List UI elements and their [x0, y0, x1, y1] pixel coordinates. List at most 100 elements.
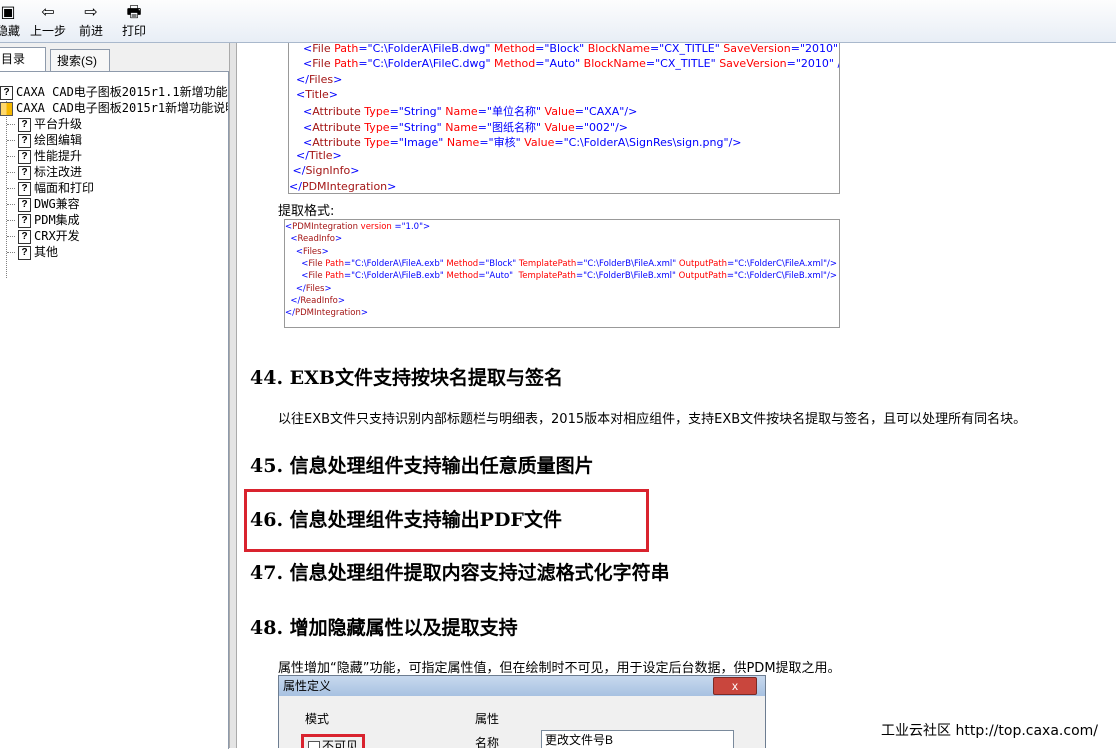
help-topic-icon: ?: [18, 117, 31, 132]
tab-search-label: 搜索(S): [57, 54, 97, 68]
code-line: <Attribute Type="String" Name="图纸名称" Val…: [303, 120, 629, 134]
tree-item-child[interactable]: ? 标注改进: [18, 164, 82, 180]
name-input[interactable]: 更改文件号B: [541, 730, 734, 748]
navigation-pane: 目录(C) 搜索(S) ?CAXA CAD电子图板2015r1.1新增功能说明 …: [0, 43, 236, 749]
tree-item-root1[interactable]: ? CAXA CAD电子图板2015r1.1新增功能说明: [0, 84, 229, 100]
watermark-text: 工业云社区 http://top.caxa.com/: [881, 723, 1098, 739]
back-button[interactable]: ⇦ 上一步: [28, 4, 68, 40]
content-pane: <File Path="C:\FolderA\FileB.dwg" Method…: [238, 43, 1116, 748]
tree-guide-line: [7, 140, 15, 141]
section-heading-46: 46. 信息处理组件支持输出PDF文件: [250, 509, 562, 531]
tree-item-child[interactable]: ? 绘图编辑: [18, 132, 82, 148]
print-button[interactable]: 🖶 打印: [120, 4, 148, 40]
help-topic-icon: ?: [18, 245, 31, 260]
code-line: <Attribute Type="String" Name="单位名称" Val…: [303, 105, 638, 119]
help-topic-icon: ?: [18, 197, 31, 212]
attribute-group-label: 属性: [475, 712, 500, 726]
tree-item-child[interactable]: ? 幅面和打印: [18, 180, 94, 196]
section-heading-45: 45. 信息处理组件支持输出任意质量图片: [250, 455, 594, 477]
tree-item-label: 性能提升: [34, 149, 83, 163]
xml-code-block-extract: <PDMIntegration version ="1.0"> <ReadInf…: [284, 219, 840, 328]
tree-guide-line: [7, 236, 15, 237]
forward-button[interactable]: ⇨ 前进: [76, 4, 106, 40]
tree-guide-line: [7, 156, 15, 157]
tree-guide-line: [7, 124, 15, 125]
code-line: <File Path="C:\FolderA\FileA.exb" Method…: [301, 258, 838, 269]
toolbar: ▣ 隐藏 ⇦ 上一步 ⇨ 前进 🖶 打印: [0, 0, 1116, 43]
hide-button[interactable]: ▣ 隐藏: [0, 4, 20, 40]
tree-guide-line: [7, 252, 15, 253]
tree-item-root2[interactable]: CAXA CAD电子图板2015r1新增功能说明: [0, 100, 229, 116]
hide-label: 隐藏: [0, 24, 21, 38]
help-topic-icon: ?: [18, 133, 31, 148]
help-topic-icon: ?: [18, 165, 31, 180]
code-line: </Files>: [295, 283, 332, 294]
code-line: </PDMIntegration>: [289, 179, 397, 193]
invisible-checkbox[interactable]: 不可见: [301, 734, 366, 748]
tree-item-label: CAXA CAD电子图板2015r1.1新增功能说明: [16, 85, 229, 99]
tree-item-child[interactable]: ? PDM集成: [18, 212, 80, 228]
tree-guide-line: [7, 188, 15, 189]
contents-tree: ? CAXA CAD电子图板2015r1.1新增功能说明 CAXA CAD电子图板…: [0, 71, 229, 749]
tree-guide-line: [7, 204, 15, 205]
print-label: 打印: [121, 24, 146, 38]
extract-format-label: 提取格式:: [278, 204, 335, 219]
code-line: <File Path="C:\FolderA\FileB.exb" Method…: [301, 271, 837, 282]
tree-item-label: 绘图编辑: [34, 133, 83, 147]
xml-code-block-sign: <File Path="C:\FolderA\FileB.dwg" Method…: [288, 43, 840, 194]
help-topic-icon: ?: [0, 85, 13, 100]
tree-item-child[interactable]: ? DWG兼容: [18, 196, 80, 212]
code-line: <Attribute Type="Image" Name="审核" Value=…: [303, 135, 742, 149]
open-book-icon: [0, 101, 13, 116]
tree-item-child[interactable]: ? 平台升级: [18, 116, 82, 132]
code-line: </Files>: [296, 72, 343, 86]
tab-search[interactable]: 搜索(S): [50, 49, 110, 71]
tree-item-child[interactable]: ? CRX开发: [18, 228, 80, 244]
hide-icon: ▣: [0, 4, 16, 21]
tree-item-label: 标注改进: [34, 165, 83, 179]
name-field-label: 名称: [475, 736, 500, 748]
code-line: </ReadInfo>: [290, 295, 345, 306]
forward-arrow-icon: ⇨: [84, 4, 98, 21]
tab-contents[interactable]: 目录(C): [0, 47, 46, 88]
help-topic-icon: ?: [18, 181, 31, 196]
help-topic-icon: ?: [18, 229, 31, 244]
section-44-paragraph: 以往EXB文件只支持识别内部标题栏与明细表，2015版本对相应组件，支持EXB文…: [278, 412, 1027, 427]
help-topic-icon: ?: [18, 213, 31, 228]
tree-item-label: CAXA CAD电子图板2015r1新增功能说明: [16, 101, 229, 115]
tree-item-child[interactable]: ? 其他: [18, 244, 58, 260]
dialog-title: 属性定义: [279, 676, 765, 696]
back-label: 上一步: [29, 24, 66, 38]
code-line: </PDMIntegration>: [285, 308, 368, 319]
code-line: <Title>: [296, 87, 339, 101]
tree-item-label: DWG兼容: [34, 197, 80, 211]
back-arrow-icon: ⇦: [41, 4, 55, 21]
pane-splitter[interactable]: [229, 43, 237, 748]
tree-guide-line: [7, 172, 15, 173]
tree-guide-line: [7, 220, 15, 221]
forward-label: 前进: [78, 24, 103, 38]
code-line: </SignInfo>: [292, 164, 360, 178]
invisible-label: 不可见: [322, 739, 359, 748]
printer-icon: 🖶: [126, 4, 142, 21]
tree-item-label: 其他: [34, 245, 59, 259]
section-heading-48: 48. 增加隐藏属性以及提取支持: [250, 617, 518, 639]
section-heading-47: 47. 信息处理组件提取内容支持过滤格式化字符串: [250, 562, 670, 584]
tree-item-label: 幅面和打印: [34, 181, 95, 195]
tree-item-child[interactable]: ? 性能提升: [18, 148, 82, 164]
code-line: <File Path="C:\FolderA\FileC.dwg" Method…: [303, 57, 839, 71]
help-topic-icon: ?: [18, 149, 31, 164]
attribute-definition-dialog: 属性定义 x 模式 不可见 属性 名称 更改文件号B: [278, 675, 766, 748]
dialog-close-button[interactable]: x: [713, 677, 757, 695]
code-line: <Files>: [295, 246, 329, 257]
section-48-paragraph: 属性增加“隐藏”功能，可指定属性值，但在绘制时不可见，用于设定后台数据，供PDM…: [278, 661, 841, 676]
checkbox-square: [308, 740, 320, 748]
tree-item-label: 平台升级: [34, 117, 83, 131]
mode-group-label: 模式: [305, 712, 330, 726]
code-line: <File Path="C:\FolderA\FileB.dwg" Method…: [303, 43, 839, 55]
section-heading-44: 44. EXB文件支持按块名提取与签名: [250, 367, 563, 389]
tree-item-label: PDM集成: [34, 213, 80, 227]
code-line: <PDMIntegration version ="1.0">: [285, 222, 431, 232]
code-line: </Title>: [296, 149, 342, 163]
code-line: <ReadInfo>: [290, 234, 343, 245]
